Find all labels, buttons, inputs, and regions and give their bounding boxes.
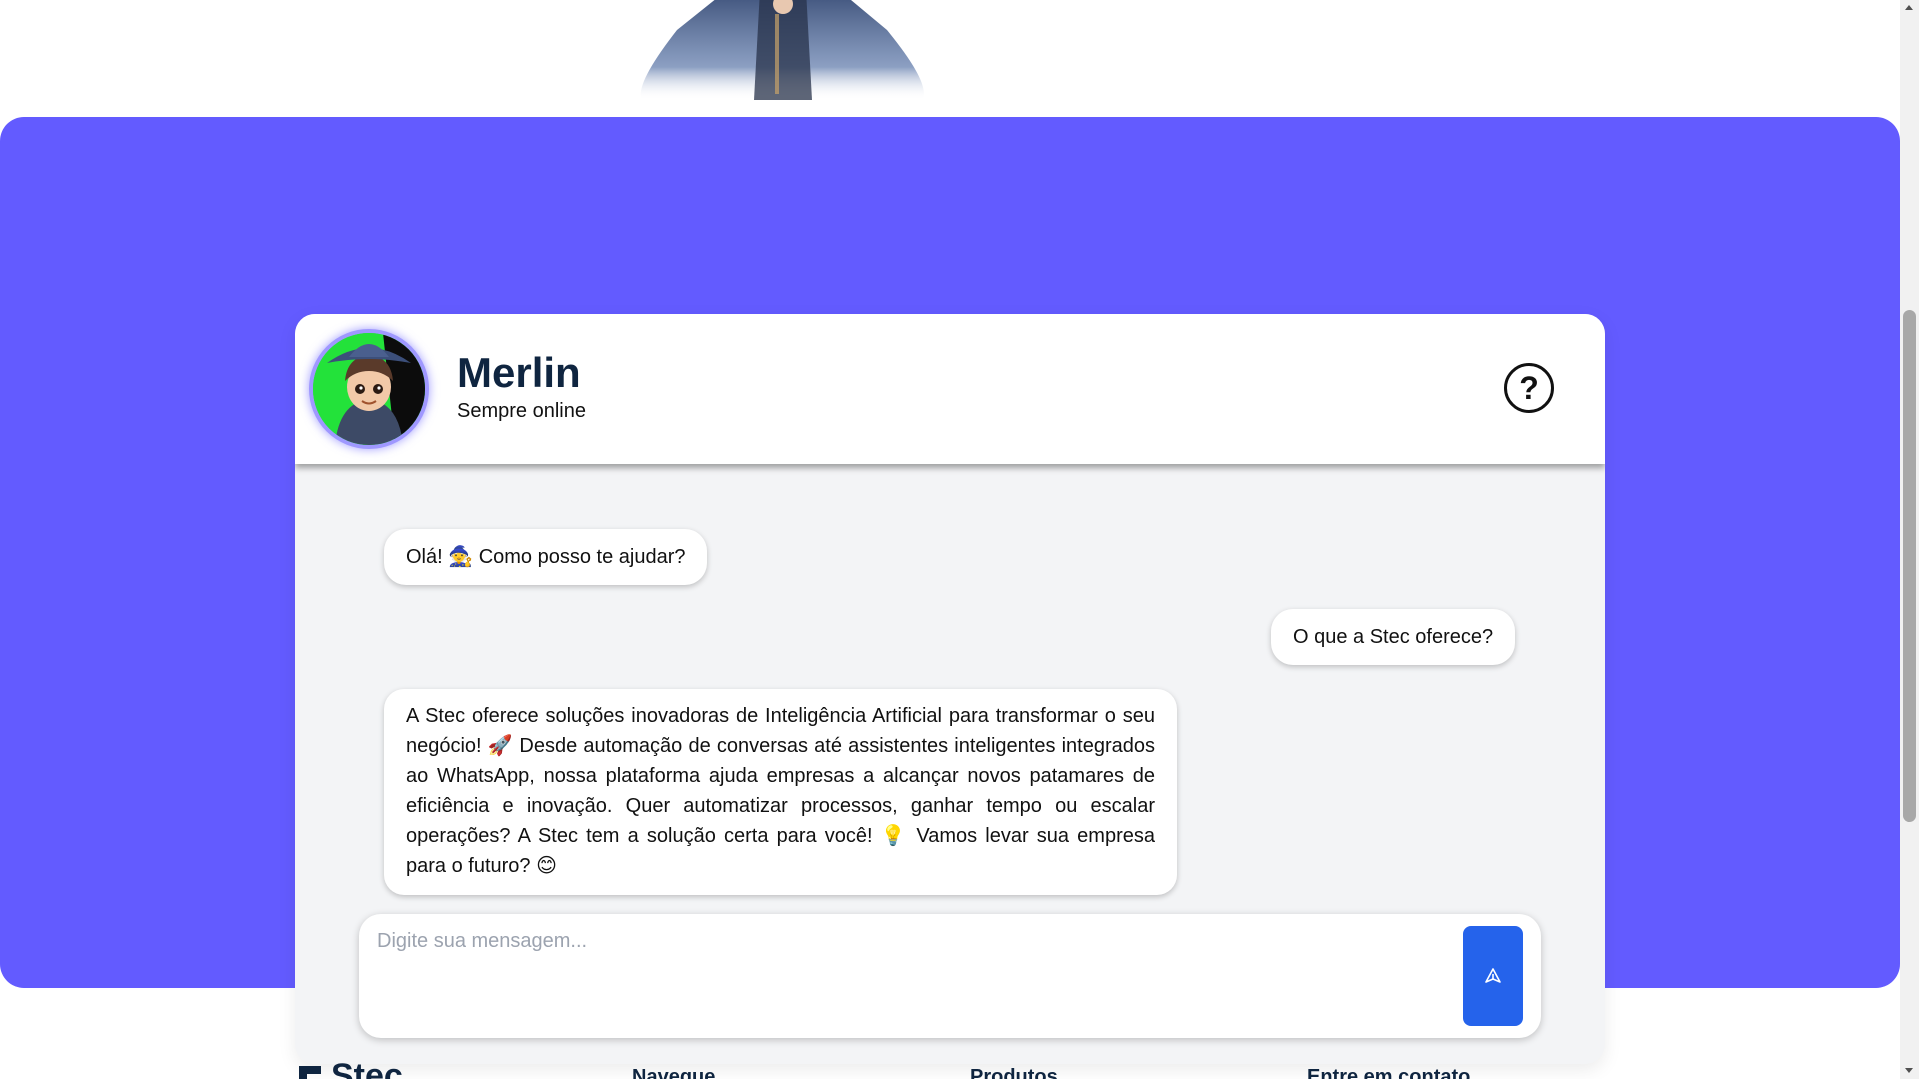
wizard-avatar-icon <box>313 333 425 445</box>
chat-section: Merlin Sempre online ? Olá! 🧙 Como posso… <box>0 117 1900 1064</box>
footer-heading-produtos: Produtos <box>970 1066 1058 1079</box>
help-circle-icon: ? <box>1519 369 1539 406</box>
help-button[interactable]: ? <box>1504 363 1554 413</box>
message-composer <box>359 914 1541 1038</box>
send-icon <box>1485 968 1501 983</box>
bot-avatar <box>309 329 429 449</box>
scrollbar-thumb[interactable] <box>1903 310 1916 822</box>
stec-logo-icon <box>299 1065 321 1079</box>
chat-header: Merlin Sempre online ? <box>295 314 1605 464</box>
bot-message: A Stec oferece soluções inovadoras de In… <box>384 689 1177 895</box>
scroll-up-icon[interactable] <box>1905 5 1913 10</box>
footer-heading-navegue: Navegue <box>632 1066 716 1079</box>
footer-logo[interactable]: Stec <box>295 1057 403 1079</box>
bot-name: Merlin <box>457 349 581 396</box>
scroll-down-icon[interactable] <box>1905 1068 1913 1073</box>
bot-message: Olá! 🧙 Como posso te ajudar? <box>384 529 708 585</box>
bot-status: Sempre online <box>457 400 586 422</box>
page-scrollbar[interactable] <box>1900 0 1919 1079</box>
footer-logo-text: Stec <box>331 1057 403 1079</box>
message-input[interactable] <box>377 930 1437 1020</box>
send-button[interactable] <box>1463 926 1523 1026</box>
hero-wizard-image <box>632 0 934 102</box>
footer-heading-contato: Entre em contato <box>1307 1066 1471 1079</box>
user-message: O que a Stec oferece? <box>1271 609 1516 665</box>
chat-widget: Merlin Sempre online ? Olá! 🧙 Como posso… <box>295 314 1605 1064</box>
